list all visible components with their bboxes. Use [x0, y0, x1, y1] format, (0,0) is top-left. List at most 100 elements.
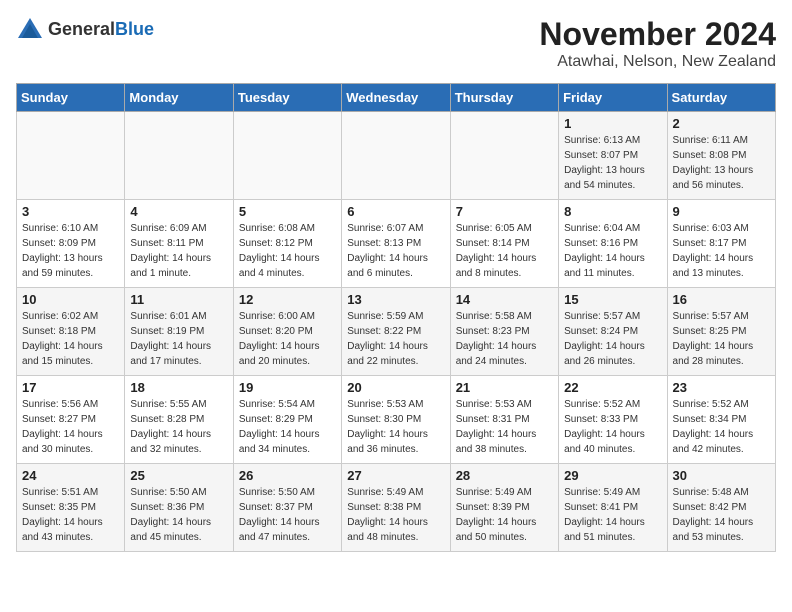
day-info: Sunrise: 6:07 AMSunset: 8:13 PMDaylight:…	[347, 221, 444, 281]
day-info: Sunrise: 5:51 AMSunset: 8:35 PMDaylight:…	[22, 485, 119, 545]
day-info: Sunrise: 6:11 AMSunset: 8:08 PMDaylight:…	[673, 133, 770, 193]
day-number: 10	[22, 292, 119, 307]
calendar-cell: 19Sunrise: 5:54 AMSunset: 8:29 PMDayligh…	[233, 376, 341, 464]
day-number: 24	[22, 468, 119, 483]
col-header-monday: Monday	[125, 84, 233, 112]
calendar-cell	[125, 112, 233, 200]
day-info: Sunrise: 5:59 AMSunset: 8:22 PMDaylight:…	[347, 309, 444, 369]
day-number: 14	[456, 292, 553, 307]
day-info: Sunrise: 5:57 AMSunset: 8:25 PMDaylight:…	[673, 309, 770, 369]
calendar-cell: 26 Sunrise: 5:50 AMSunset: 8:37 PMDayligh…	[233, 464, 341, 552]
calendar-cell: 10 Sunrise: 6:02 AMSunset: 8:18 PMDayligh…	[17, 288, 125, 376]
col-header-saturday: Saturday	[667, 84, 775, 112]
calendar-cell: 5 Sunrise: 6:08 AMSunset: 8:12 PMDaylight…	[233, 200, 341, 288]
day-number: 6	[347, 204, 444, 219]
calendar-cell: 25 Sunrise: 5:50 AMSunset: 8:36 PMDayligh…	[125, 464, 233, 552]
calendar-cell: 17 Sunrise: 5:56 AMSunset: 8:27 PMDayligh…	[17, 376, 125, 464]
day-number: 9	[673, 204, 770, 219]
title-area: November 2024 Atawhai, Nelson, New Zeala…	[539, 16, 776, 71]
day-info: Sunrise: 6:02 AMSunset: 8:18 PMDaylight:…	[22, 309, 119, 369]
calendar-cell: 12Sunrise: 6:00 AMSunset: 8:20 PMDayligh…	[233, 288, 341, 376]
calendar-cell	[342, 112, 450, 200]
calendar-cell: 24 Sunrise: 5:51 AMSunset: 8:35 PMDayligh…	[17, 464, 125, 552]
day-number: 2	[673, 116, 770, 131]
day-info: Sunrise: 5:52 AMSunset: 8:34 PMDaylight:…	[673, 397, 770, 457]
location-title: Atawhai, Nelson, New Zealand	[539, 53, 776, 71]
day-number: 12	[239, 292, 336, 307]
day-number: 28	[456, 468, 553, 483]
day-number: 26	[239, 468, 336, 483]
calendar-cell: 4 Sunrise: 6:09 AMSunset: 8:11 PMDaylight…	[125, 200, 233, 288]
calendar-cell: 7 Sunrise: 6:05 AMSunset: 8:14 PMDaylight…	[450, 200, 558, 288]
day-number: 13	[347, 292, 444, 307]
day-info: Sunrise: 5:49 AMSunset: 8:39 PMDaylight:…	[456, 485, 553, 545]
day-info: Sunrise: 6:08 AMSunset: 8:12 PMDaylight:…	[239, 221, 336, 281]
week-row-3: 10 Sunrise: 6:02 AMSunset: 8:18 PMDayligh…	[17, 288, 776, 376]
day-number: 23	[673, 380, 770, 395]
day-number: 5	[239, 204, 336, 219]
day-number: 16	[673, 292, 770, 307]
calendar-cell: 20 Sunrise: 5:53 AMSunset: 8:30 PMDayligh…	[342, 376, 450, 464]
day-info: Sunrise: 5:53 AMSunset: 8:30 PMDaylight:…	[347, 397, 444, 457]
day-number: 22	[564, 380, 661, 395]
week-row-1: 1 Sunrise: 6:13 AMSunset: 8:07 PMDaylight…	[17, 112, 776, 200]
calendar-cell: 16 Sunrise: 5:57 AMSunset: 8:25 PMDayligh…	[667, 288, 775, 376]
day-info: Sunrise: 6:09 AMSunset: 8:11 PMDaylight:…	[130, 221, 227, 281]
day-number: 29	[564, 468, 661, 483]
day-info: Sunrise: 6:05 AMSunset: 8:14 PMDaylight:…	[456, 221, 553, 281]
logo: GeneralBlue	[16, 16, 154, 44]
calendar-cell: 1 Sunrise: 6:13 AMSunset: 8:07 PMDaylight…	[559, 112, 667, 200]
col-header-friday: Friday	[559, 84, 667, 112]
week-row-2: 3 Sunrise: 6:10 AMSunset: 8:09 PMDaylight…	[17, 200, 776, 288]
calendar-cell: 11 Sunrise: 6:01 AMSunset: 8:19 PMDayligh…	[125, 288, 233, 376]
col-header-thursday: Thursday	[450, 84, 558, 112]
calendar-header-row: SundayMondayTuesdayWednesdayThursdayFrid…	[17, 84, 776, 112]
calendar-cell	[17, 112, 125, 200]
day-number: 15	[564, 292, 661, 307]
calendar-cell: 21 Sunrise: 5:53 AMSunset: 8:31 PMDayligh…	[450, 376, 558, 464]
logo-general: GeneralBlue	[48, 20, 154, 40]
day-number: 21	[456, 380, 553, 395]
calendar-cell: 13 Sunrise: 5:59 AMSunset: 8:22 PMDayligh…	[342, 288, 450, 376]
calendar-cell: 8 Sunrise: 6:04 AMSunset: 8:16 PMDaylight…	[559, 200, 667, 288]
day-info: Sunrise: 5:49 AMSunset: 8:38 PMDaylight:…	[347, 485, 444, 545]
day-info: Sunrise: 5:52 AMSunset: 8:33 PMDaylight:…	[564, 397, 661, 457]
calendar-cell	[233, 112, 341, 200]
day-info: Sunrise: 6:10 AMSunset: 8:09 PMDaylight:…	[22, 221, 119, 281]
day-number: 7	[456, 204, 553, 219]
day-number: 3	[22, 204, 119, 219]
calendar-cell: 18Sunrise: 5:55 AMSunset: 8:28 PMDayligh…	[125, 376, 233, 464]
day-info: Sunrise: 6:13 AMSunset: 8:07 PMDaylight:…	[564, 133, 661, 193]
day-info: Sunrise: 5:50 AMSunset: 8:36 PMDaylight:…	[130, 485, 227, 545]
day-number: 17	[22, 380, 119, 395]
day-info: Sunrise: 6:03 AMSunset: 8:17 PMDaylight:…	[673, 221, 770, 281]
calendar-cell	[450, 112, 558, 200]
calendar-cell: 22 Sunrise: 5:52 AMSunset: 8:33 PMDayligh…	[559, 376, 667, 464]
day-number: 4	[130, 204, 227, 219]
day-number: 11	[130, 292, 227, 307]
day-info: Sunrise: 5:56 AMSunset: 8:27 PMDaylight:…	[22, 397, 119, 457]
day-info: Sunrise: 6:04 AMSunset: 8:16 PMDaylight:…	[564, 221, 661, 281]
col-header-sunday: Sunday	[17, 84, 125, 112]
day-number: 8	[564, 204, 661, 219]
header: GeneralBlue November 2024 Atawhai, Nelso…	[16, 16, 776, 71]
day-info: Sunrise: 5:58 AMSunset: 8:23 PMDaylight:…	[456, 309, 553, 369]
day-info: Sunrise: 5:54 AMSunset: 8:29 PMDaylight:…	[239, 397, 336, 457]
day-info: Sunrise: 5:57 AMSunset: 8:24 PMDaylight:…	[564, 309, 661, 369]
day-info: Sunrise: 5:49 AMSunset: 8:41 PMDaylight:…	[564, 485, 661, 545]
day-info: Sunrise: 6:01 AMSunset: 8:19 PMDaylight:…	[130, 309, 227, 369]
day-number: 30	[673, 468, 770, 483]
calendar-cell: 3 Sunrise: 6:10 AMSunset: 8:09 PMDaylight…	[17, 200, 125, 288]
calendar-cell: 29 Sunrise: 5:49 AMSunset: 8:41 PMDayligh…	[559, 464, 667, 552]
calendar-cell: 15 Sunrise: 5:57 AMSunset: 8:24 PMDayligh…	[559, 288, 667, 376]
day-number: 20	[347, 380, 444, 395]
day-info: Sunrise: 5:50 AMSunset: 8:37 PMDaylight:…	[239, 485, 336, 545]
day-info: Sunrise: 5:53 AMSunset: 8:31 PMDaylight:…	[456, 397, 553, 457]
day-number: 25	[130, 468, 227, 483]
calendar: SundayMondayTuesdayWednesdayThursdayFrid…	[16, 83, 776, 552]
week-row-5: 24 Sunrise: 5:51 AMSunset: 8:35 PMDayligh…	[17, 464, 776, 552]
calendar-cell: 9 Sunrise: 6:03 AMSunset: 8:17 PMDaylight…	[667, 200, 775, 288]
month-title: November 2024	[539, 16, 776, 53]
day-number: 1	[564, 116, 661, 131]
day-number: 27	[347, 468, 444, 483]
